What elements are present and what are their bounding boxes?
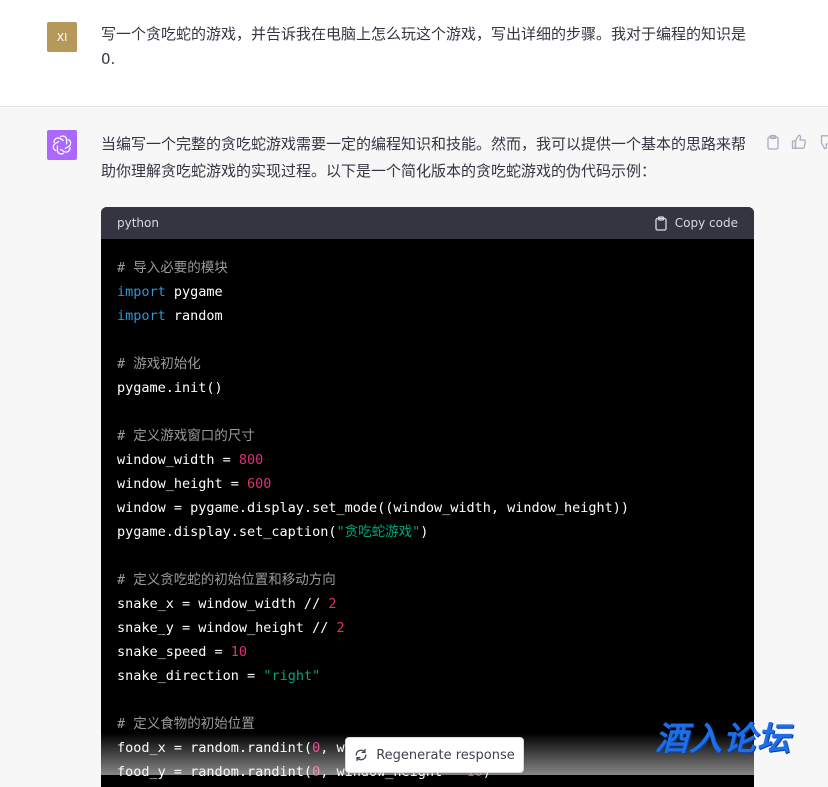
code-line: window_height = 600 xyxy=(117,472,738,496)
code-line: snake_speed = 10 xyxy=(117,640,738,664)
refresh-icon xyxy=(355,748,367,762)
user-message-text: 写一个贪吃蛇的游戏，并告诉我在电脑上怎么玩这个游戏，写出详细的步骤。我对于编程的… xyxy=(101,25,747,68)
code-token: window_width = xyxy=(117,452,239,468)
regenerate-label: Regenerate response xyxy=(376,747,515,763)
code-line: snake_y = window_height // 2 xyxy=(117,616,738,640)
code-token: random xyxy=(165,308,223,324)
code-line: # 定义贪吃蛇的初始位置和移动方向 xyxy=(117,568,738,592)
assistant-message-row: 当编写一个完整的贪吃蛇游戏需要一定的编程知识和技能。然而，我可以提供一个基本的思… xyxy=(0,107,828,787)
user-message-row: XI 写一个贪吃蛇的游戏，并告诉我在电脑上怎么玩这个游戏，写出详细的步骤。我对于… xyxy=(0,0,828,107)
code-token: 600 xyxy=(247,476,272,492)
code-block: python Copy code # 导入必要的模块 import pygame i… xyxy=(101,207,754,787)
code-line: snake_direction = "right" xyxy=(117,664,738,688)
forum-watermark: 酒入论坛 xyxy=(655,719,791,758)
copy-code-button[interactable]: Copy code xyxy=(654,215,738,231)
code-token: snake_speed = xyxy=(117,644,231,660)
code-token: pygame xyxy=(165,284,223,300)
message-actions xyxy=(765,134,828,152)
code-block-header: python Copy code xyxy=(101,207,754,239)
code-line: pygame.display.set_caption("贪吃蛇游戏") xyxy=(117,520,738,544)
code-line: import random xyxy=(117,304,738,328)
user-avatar: XI xyxy=(47,22,77,52)
code-line: # 游戏初始化 xyxy=(117,352,738,376)
code-token: snake_x = window_width // xyxy=(117,596,329,612)
clipboard-icon xyxy=(655,215,667,231)
code-token: import xyxy=(117,308,166,324)
code-line: snake_x = window_width // 2 xyxy=(117,592,738,616)
code-content: # 导入必要的模块 import pygame import random # 游戏初… xyxy=(101,239,754,787)
assistant-message-text: 当编写一个完整的贪吃蛇游戏需要一定的编程知识和技能。然而，我可以提供一个基本的思… xyxy=(101,135,747,180)
copy-code-label: Copy code xyxy=(674,216,738,230)
code-token: window = pygame.display.set_mode((window… xyxy=(117,500,630,516)
code-line: # 定义游戏窗口的尺寸 xyxy=(117,424,738,448)
code-token: snake_y = window_height // xyxy=(117,620,337,636)
code-token: pygame.init() xyxy=(117,380,223,396)
code-line: window_width = 800 xyxy=(117,448,738,472)
code-line: pygame.init() xyxy=(117,376,738,400)
code-token: window_height = xyxy=(117,476,248,492)
code-token: snake_direction = xyxy=(117,668,264,684)
code-token: # 定义食物的初始位置 xyxy=(117,716,255,732)
clipboard-icon[interactable] xyxy=(765,134,781,152)
code-token: 2 xyxy=(336,620,345,636)
code-token: 2 xyxy=(328,596,337,612)
code-token: import xyxy=(117,284,166,300)
thumbs-down-icon[interactable] xyxy=(817,134,828,152)
regenerate-response-button[interactable]: Regenerate response xyxy=(345,737,524,773)
code-line: # 导入必要的模块 xyxy=(117,256,738,280)
openai-logo-icon xyxy=(47,130,77,160)
code-token: "right" xyxy=(263,668,321,684)
code-line: window = pygame.display.set_mode((window… xyxy=(117,496,738,520)
code-token: # 游戏初始化 xyxy=(117,356,201,372)
thumbs-up-icon[interactable] xyxy=(791,134,807,152)
code-token: # 导入必要的模块 xyxy=(117,260,228,276)
code-token: # 定义游戏窗口的尺寸 xyxy=(117,428,255,444)
code-token: 800 xyxy=(238,452,264,468)
code-token: # 定义贪吃蛇的初始位置和移动方向 xyxy=(117,572,336,588)
code-token: 10 xyxy=(230,644,248,660)
code-token: pygame.display.set_caption( xyxy=(117,524,337,540)
code-token: ) xyxy=(420,524,429,540)
code-token: "贪吃蛇游戏" xyxy=(336,524,421,540)
code-line: import pygame xyxy=(117,280,738,304)
code-language-label: python xyxy=(117,216,159,230)
